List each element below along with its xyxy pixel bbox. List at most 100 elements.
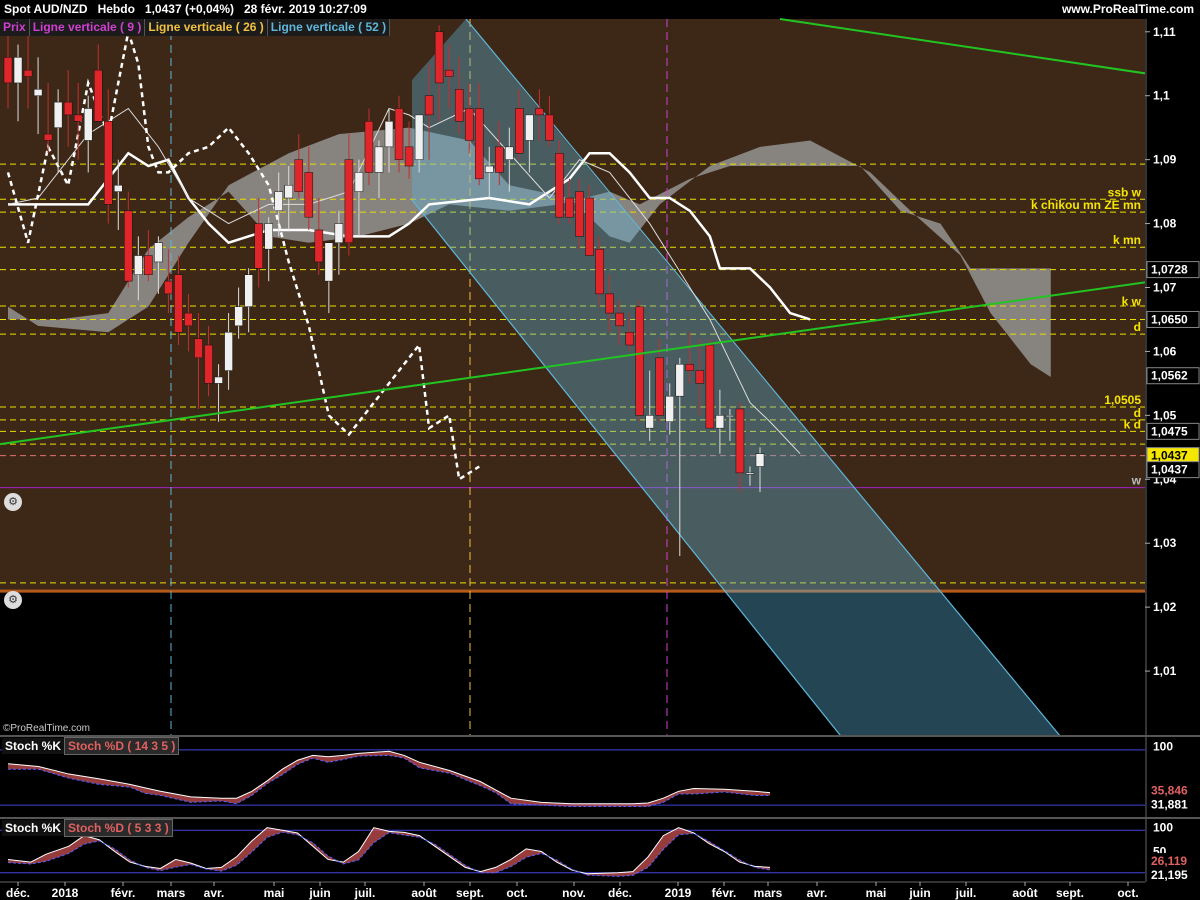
candle[interactable] — [114, 184, 123, 192]
legend-lv52[interactable]: Ligne verticale ( 52 ) — [267, 19, 391, 36]
candle[interactable] — [294, 159, 304, 192]
candle[interactable] — [695, 370, 705, 384]
candle[interactable] — [374, 146, 384, 173]
candle[interactable] — [284, 184, 293, 199]
candle[interactable] — [444, 69, 454, 77]
candle[interactable] — [414, 114, 424, 160]
candle[interactable] — [384, 121, 394, 148]
price-chart[interactable]: 1,011,021,031,041,051,061,071,081,091,11… — [0, 0, 1200, 900]
legend-lv26[interactable]: Ligne verticale ( 26 ) — [145, 19, 268, 36]
candle[interactable] — [264, 223, 273, 250]
candle[interactable] — [655, 357, 664, 416]
candle[interactable] — [575, 191, 584, 237]
candle[interactable] — [53, 101, 63, 128]
candle[interactable] — [615, 312, 624, 327]
x-tick-label: juil. — [354, 886, 376, 900]
x-tick-label: avr. — [807, 886, 828, 900]
candle[interactable] — [234, 306, 243, 327]
candle[interactable] — [595, 248, 604, 295]
x-tick-label: févr. — [111, 886, 136, 900]
candle[interactable] — [354, 172, 364, 192]
candle[interactable] — [144, 255, 153, 275]
candle[interactable] — [464, 108, 474, 141]
candle[interactable] — [314, 229, 324, 263]
candle[interactable] — [194, 338, 203, 359]
candle[interactable] — [174, 274, 183, 333]
candle[interactable] — [164, 280, 173, 295]
candle[interactable] — [545, 114, 554, 141]
candle[interactable] — [43, 133, 53, 141]
candle[interactable] — [675, 363, 685, 397]
candle[interactable] — [3, 57, 13, 84]
x-tick-label: mai — [264, 886, 285, 900]
candle[interactable] — [33, 89, 43, 96]
stoch2-d-value: 21,195 — [1151, 868, 1188, 882]
alert-icon[interactable]: ⚙ — [4, 591, 22, 609]
candle[interactable] — [324, 242, 334, 282]
stoch2-k-value: 26,119 — [1151, 854, 1187, 868]
candle[interactable] — [715, 415, 725, 429]
candle[interactable] — [424, 95, 434, 116]
candle[interactable] — [394, 108, 404, 160]
candle[interactable] — [63, 101, 73, 116]
candle[interactable] — [745, 472, 755, 475]
candle[interactable] — [13, 57, 23, 84]
candle[interactable] — [204, 344, 213, 384]
candle[interactable] — [555, 153, 564, 218]
candle[interactable] — [475, 108, 484, 180]
candle[interactable] — [665, 395, 675, 422]
candle[interactable] — [244, 274, 253, 307]
candle[interactable] — [685, 363, 695, 371]
candle[interactable] — [565, 197, 574, 218]
candle[interactable] — [73, 114, 83, 122]
candle[interactable] — [625, 332, 634, 346]
candle[interactable] — [93, 69, 103, 122]
x-tick-label: 2018 — [52, 886, 79, 900]
candle[interactable] — [104, 121, 113, 205]
candle[interactable] — [515, 108, 524, 154]
stoch1-k-label[interactable]: Stoch %K — [2, 738, 65, 754]
candle[interactable] — [535, 108, 544, 116]
x-tick-label: août — [1012, 886, 1037, 900]
candle[interactable] — [224, 332, 233, 371]
candle[interactable] — [605, 293, 614, 314]
candle[interactable] — [254, 223, 263, 269]
price-legend: Prix Ligne verticale ( 9 ) Ligne verticale… — [0, 19, 391, 36]
candle[interactable] — [404, 146, 414, 167]
candle[interactable] — [495, 146, 504, 173]
candle[interactable] — [635, 306, 644, 416]
legend-lv9[interactable]: Ligne verticale ( 9 ) — [29, 19, 146, 36]
candle[interactable] — [454, 89, 464, 122]
candle[interactable] — [434, 31, 444, 84]
stoch2-d-label[interactable]: Stoch %D ( 5 3 3 ) — [64, 819, 173, 837]
candle[interactable] — [645, 415, 654, 429]
stoch1-d-label[interactable]: Stoch %D ( 14 3 5 ) — [64, 737, 180, 755]
legend-prix[interactable]: Prix — [0, 19, 30, 36]
candle[interactable] — [485, 165, 494, 173]
candle[interactable] — [134, 255, 143, 275]
y-tick-label: 1,09 — [1153, 153, 1177, 167]
candle[interactable] — [364, 121, 374, 173]
candle[interactable] — [585, 197, 594, 256]
x-tick-label: juil. — [955, 886, 977, 900]
candle[interactable] — [705, 344, 715, 429]
candle[interactable] — [274, 191, 283, 212]
candle[interactable] — [214, 376, 223, 384]
candle[interactable] — [505, 146, 514, 160]
candle[interactable] — [83, 108, 93, 141]
stoch1-tick-label: 100 — [1153, 739, 1173, 753]
alert-icon[interactable]: ⚙ — [4, 493, 22, 511]
candle[interactable] — [525, 114, 534, 141]
stoch2-k-label[interactable]: Stoch %K — [2, 820, 65, 836]
stoch2-label: Stoch %K Stoch %D ( 5 3 3 ) — [2, 819, 173, 837]
candle[interactable] — [304, 172, 314, 218]
candle[interactable] — [154, 242, 163, 263]
candle[interactable] — [755, 453, 765, 467]
candle[interactable] — [735, 408, 745, 474]
candle[interactable] — [334, 223, 344, 243]
candle[interactable] — [344, 159, 354, 243]
candle[interactable] — [184, 312, 193, 327]
candle[interactable] — [23, 69, 33, 77]
candle[interactable] — [124, 210, 133, 282]
candle[interactable] — [725, 415, 735, 418]
